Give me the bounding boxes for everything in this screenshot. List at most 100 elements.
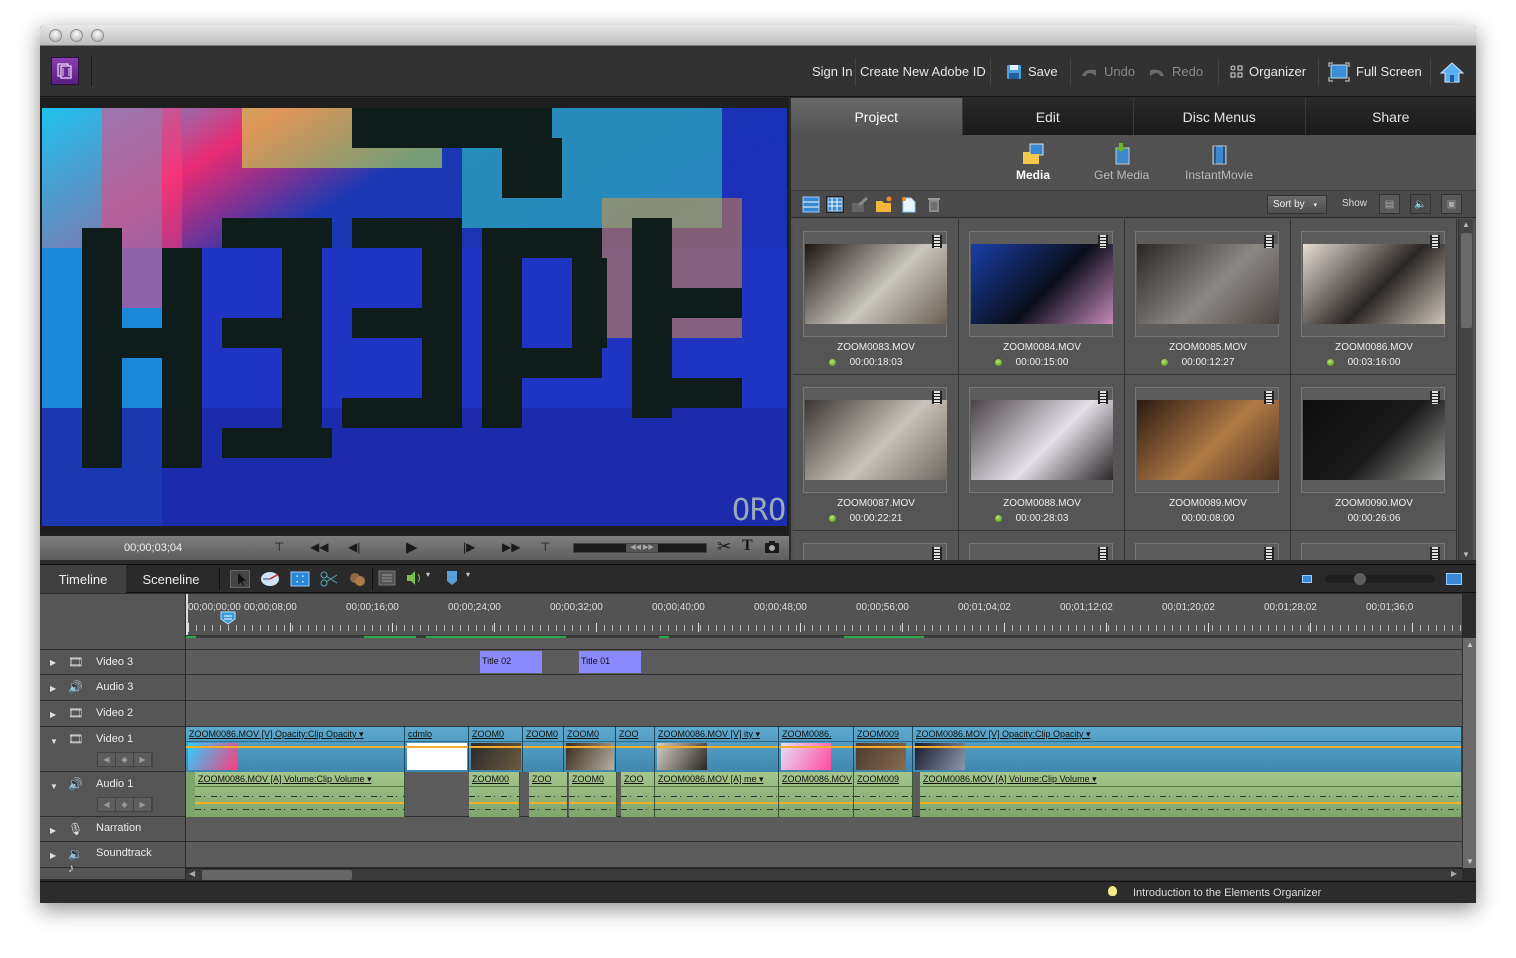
add-keyframe-button[interactable]: ◆	[116, 753, 134, 766]
subtab-get-media[interactable]: Get Media	[1094, 143, 1149, 182]
volume-rubber-band[interactable]	[469, 802, 519, 804]
rewind-button[interactable]: ◀◀	[310, 540, 328, 554]
video-clip[interactable]: ZOOM0086.	[779, 727, 854, 772]
volume-rubber-band[interactable]	[569, 802, 616, 804]
audio-mixer-icon[interactable]	[405, 570, 425, 588]
chevron-down-icon[interactable]: ▾	[466, 570, 486, 588]
audio-clip[interactable]: ZOOM00	[469, 772, 520, 817]
opacity-rubber-band[interactable]	[523, 746, 563, 748]
tab-disc-menus[interactable]: Disc Menus	[1133, 98, 1305, 135]
sign-in-link[interactable]: Sign In	[812, 46, 852, 97]
audio-clip[interactable]: ZOOM0086.MOV	[779, 772, 854, 817]
media-item[interactable]: ZOOM0088.MOV 00:00:28:03	[959, 375, 1125, 531]
show-video-toggle[interactable]: ▤	[1379, 194, 1400, 214]
step-back-button[interactable]: ◀|	[348, 540, 360, 554]
scroll-right-arrow[interactable]: ▶	[1451, 869, 1457, 878]
redo-button[interactable]: Redo	[1148, 46, 1203, 97]
new-folder-icon[interactable]	[875, 196, 893, 213]
opacity-rubber-band[interactable]	[779, 746, 853, 748]
track-audio-3[interactable]	[186, 675, 1462, 701]
video-clip[interactable]: ZOOM0086.MOV [V] Opacity:Clip Opacity ▾	[913, 727, 1462, 772]
audio-clip[interactable]: ZOOM0086.MOV [A] Volume:Clip Volume ▾	[920, 772, 1462, 817]
create-adobe-id-link[interactable]: Create New Adobe ID	[860, 46, 986, 97]
tab-edit[interactable]: Edit	[961, 98, 1133, 135]
undo-button[interactable]: Undo	[1080, 46, 1135, 97]
media-item[interactable]: ZOOM0087.MOV 00:00:22:21	[793, 375, 959, 531]
split-clip-scissors-icon[interactable]: ✂	[717, 537, 731, 557]
opacity-rubber-band[interactable]	[564, 746, 615, 748]
video-clip[interactable]: ZOO	[616, 727, 655, 772]
next-keyframe-button[interactable]: ▶	[134, 798, 152, 811]
step-forward-button[interactable]: |▶	[463, 540, 475, 554]
timeline-zoom-slider[interactable]	[1325, 573, 1435, 585]
track-video-2[interactable]	[186, 701, 1462, 727]
icon-view-icon[interactable]	[826, 196, 844, 213]
volume-rubber-band[interactable]	[621, 802, 654, 804]
expand-triangle-icon[interactable]: ▶	[50, 684, 56, 693]
show-audio-toggle[interactable]: 🔈	[1410, 194, 1431, 214]
audio-clip[interactable]: ZOO	[529, 772, 568, 817]
chevron-down-icon[interactable]: ▾	[426, 570, 446, 588]
video-clip[interactable]: ZOOM0086.MOV [V] ity ▾	[655, 727, 779, 772]
smart-fix-icon[interactable]	[290, 570, 310, 588]
title-clip[interactable]: Title 01	[579, 651, 641, 673]
zoom-in-icon[interactable]	[1446, 573, 1462, 585]
close-window-button[interactable]	[49, 29, 62, 42]
expand-triangle-icon[interactable]: ▶	[50, 710, 56, 719]
selection-tool-icon[interactable]	[230, 570, 250, 588]
previous-keyframe-button[interactable]: ◀	[98, 753, 116, 766]
media-item[interactable]	[1125, 531, 1291, 560]
audio-clip[interactable]: ZOOM0	[569, 772, 617, 817]
smart-trim-icon[interactable]	[319, 570, 339, 588]
save-button[interactable]: Save	[1006, 46, 1058, 97]
scroll-down-arrow[interactable]: ▼	[1462, 550, 1470, 559]
zoom-window-button[interactable]	[91, 29, 104, 42]
track-narration[interactable]	[186, 817, 1462, 842]
opacity-rubber-band[interactable]	[405, 746, 468, 748]
video-clip[interactable]: cdmlo	[405, 727, 469, 772]
add-text-icon[interactable]: T	[742, 537, 753, 555]
subtab-instant-movie[interactable]: InstantMovie	[1185, 143, 1253, 182]
play-button[interactable]: ▶	[406, 538, 418, 556]
track-video-1[interactable]: ZOOM0086.MOV [V] Opacity:Clip Opacity ▾ c…	[186, 727, 1462, 772]
zoom-out-icon[interactable]	[1302, 575, 1312, 583]
current-time-indicator[interactable]	[220, 611, 236, 625]
sort-by-dropdown[interactable]: Sort by ▾	[1267, 195, 1327, 214]
tab-timeline[interactable]: Timeline	[40, 565, 126, 593]
expand-triangle-icon[interactable]: ▶	[50, 658, 56, 667]
add-keyframe-button[interactable]: ◆	[116, 798, 134, 811]
delete-trash-icon[interactable]	[927, 196, 945, 213]
scroll-down-arrow[interactable]: ▼	[1466, 857, 1474, 866]
timeline-horizontal-scrollbar[interactable]: ◀ ▶	[186, 868, 1462, 880]
scroll-up-arrow[interactable]: ▲	[1466, 640, 1474, 649]
video-clip[interactable]: ZOOM0	[564, 727, 616, 772]
audio-clip[interactable]: ZOOM0086.MOV [A] me ▾	[655, 772, 779, 817]
expand-triangle-icon[interactable]: ▶	[50, 851, 56, 860]
audio-clip[interactable]: ZOOM009	[854, 772, 913, 817]
scroll-left-arrow[interactable]: ◀	[189, 869, 195, 878]
audio-clip[interactable]: ZOOM0086.MOV [A] Volume:Clip Volume ▾	[195, 772, 405, 817]
list-view-icon[interactable]	[802, 196, 820, 213]
collapse-triangle-icon[interactable]: ▼	[50, 737, 58, 746]
opacity-rubber-band[interactable]	[913, 746, 1461, 748]
media-item[interactable]	[1291, 531, 1457, 560]
expand-triangle-icon[interactable]: ▶	[50, 826, 56, 835]
go-to-previous-edit-button[interactable]: ⊤	[274, 540, 284, 554]
title-clip[interactable]: Title 02	[480, 651, 542, 673]
organizer-button[interactable]: Organizer	[1230, 46, 1306, 97]
video-clip[interactable]: ZOOM009	[854, 727, 913, 772]
volume-rubber-band[interactable]	[655, 802, 778, 804]
media-item[interactable]: ZOOM0085.MOV 00:00:12:27	[1125, 219, 1291, 375]
track-soundtrack[interactable]	[186, 842, 1462, 868]
audio-clip[interactable]: ZOO	[621, 772, 655, 817]
media-scrollbar[interactable]: ▲ ▼	[1458, 219, 1473, 560]
time-ruler[interactable]: 00;00;00;00 00;00;08;00 00;00;16;00 00;00;2…	[186, 594, 1462, 635]
video-clip[interactable]: ZOOM0	[523, 727, 564, 772]
volume-rubber-band[interactable]	[195, 802, 404, 804]
show-images-toggle[interactable]: ▣	[1441, 194, 1462, 214]
zoom-slider-handle[interactable]	[1354, 573, 1367, 585]
new-item-icon[interactable]	[901, 196, 919, 213]
scroll-up-arrow[interactable]: ▲	[1462, 220, 1470, 229]
opacity-rubber-band[interactable]	[469, 746, 522, 748]
tab-sceneline[interactable]: Sceneline	[126, 565, 216, 593]
